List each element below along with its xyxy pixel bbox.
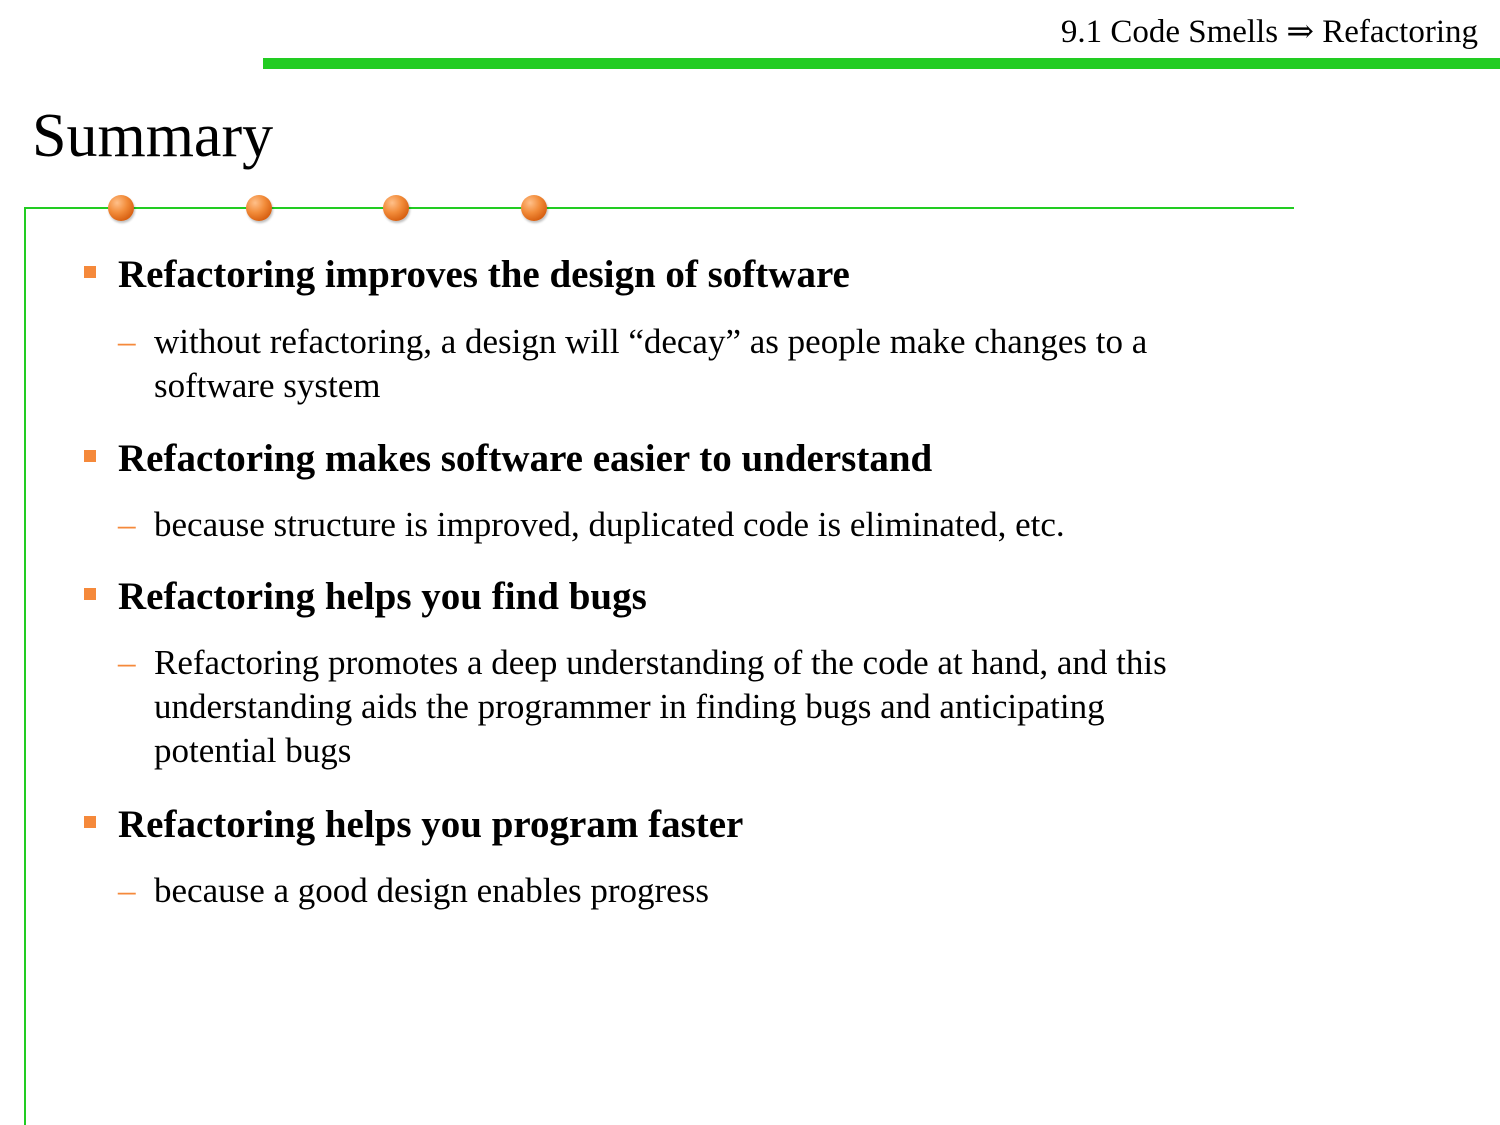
orange-dot-icon	[246, 195, 272, 221]
square-bullet-icon	[84, 816, 96, 828]
summary-point-heading: Refactoring makes software easier to und…	[118, 437, 933, 480]
title-divider-line	[24, 207, 1294, 209]
summary-point-detail-line: because a good design enables progress	[154, 871, 709, 910]
summary-point-detail-line: potential bugs	[154, 731, 352, 770]
square-bullet-icon	[84, 588, 96, 600]
header-title: 9.1 Code Smells ⇒ Refactoring	[1060, 14, 1478, 50]
summary-point-heading: Refactoring helps you program faster	[118, 803, 744, 846]
slide-title: Summary	[32, 102, 274, 170]
summary-point-detail-line: software system	[154, 366, 381, 405]
orange-dot-icon	[521, 195, 547, 221]
header-accent-bar	[263, 58, 1500, 69]
dash-bullet-icon: –	[118, 643, 136, 682]
dash-bullet-icon: –	[118, 871, 136, 910]
summary-point-heading: Refactoring helps you find bugs	[118, 575, 647, 618]
orange-dot-icon	[383, 195, 409, 221]
summary-point-detail-line: without refactoring, a design will “deca…	[154, 322, 1148, 361]
orange-dot-icon	[108, 195, 134, 221]
square-bullet-icon	[84, 450, 96, 462]
summary-point-detail-line: because structure is improved, duplicate…	[154, 505, 1065, 544]
square-bullet-icon	[84, 266, 96, 278]
summary-point-heading: Refactoring improves the design of softw…	[118, 253, 850, 296]
dash-bullet-icon: –	[118, 322, 136, 361]
dash-bullet-icon: –	[118, 505, 136, 544]
summary-point-detail-line: understanding aids the programmer in fin…	[154, 687, 1105, 726]
left-frame-line	[24, 207, 26, 1125]
summary-point-detail-line: Refactoring promotes a deep understandin…	[154, 643, 1167, 682]
